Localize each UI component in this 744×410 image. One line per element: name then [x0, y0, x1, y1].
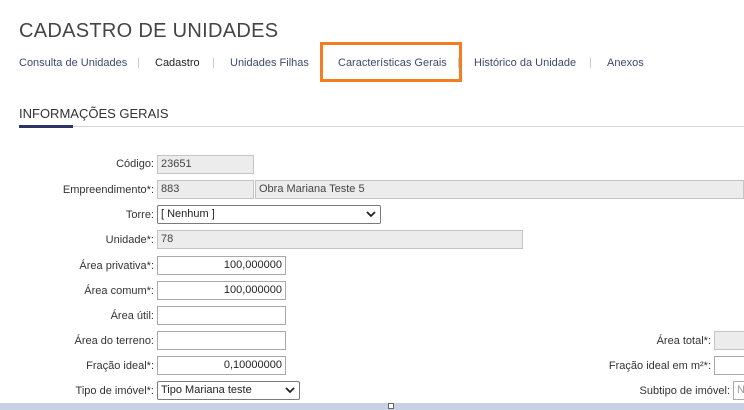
codigo-field[interactable]: 23651: [157, 155, 254, 174]
tab-separator: [138, 58, 139, 68]
tipo-imovel-label: Tipo de imóvel*:: [75, 385, 154, 397]
bottom-scroll-bar[interactable]: [0, 403, 744, 410]
area-terreno-field[interactable]: [157, 331, 286, 350]
fracao-ideal-field[interactable]: 0,10000000: [157, 356, 286, 375]
section-divider: [19, 126, 744, 127]
empreendimento-name-field[interactable]: Obra Mariana Teste 5: [255, 180, 744, 199]
chevron-down-icon: [366, 211, 376, 218]
tab-cadastro[interactable]: Cadastro: [155, 57, 200, 69]
section-title: INFORMAÇÕES GERAIS: [19, 106, 169, 121]
fracao-ideal-m2-label: Fração ideal em m²*:: [608, 360, 711, 372]
unidade-field[interactable]: 78: [157, 230, 523, 249]
area-terreno-label: Área do terreno:: [74, 335, 155, 347]
area-privativa-field[interactable]: 100,000000: [157, 256, 286, 275]
subtipo-imovel-field[interactable]: N: [733, 381, 744, 400]
chevron-down-icon: [285, 387, 295, 394]
tipo-imovel-select[interactable]: Tipo Mariana teste: [157, 381, 300, 400]
resize-handle[interactable]: [388, 403, 394, 409]
area-total-label: Área total*:: [656, 335, 711, 347]
fracao-ideal-m2-field[interactable]: [714, 356, 744, 375]
tab-highlight-box: [320, 42, 462, 82]
tab-separator: [590, 58, 591, 68]
section-accent-bar: [19, 125, 73, 128]
fracao-ideal-label: Fração ideal*:: [86, 360, 154, 372]
tab-historico-da-unidade[interactable]: Histórico da Unidade: [474, 57, 576, 69]
torre-select-value: [ Nenhum ]: [161, 208, 215, 220]
subtipo-imovel-label: Subtipo de imóvel:: [639, 385, 731, 397]
page-title: CADASTRO DE UNIDADES: [19, 20, 279, 42]
tab-unidades-filhas[interactable]: Unidades Filhas: [230, 57, 309, 69]
codigo-label: Código:: [116, 158, 154, 170]
area-privativa-label: Área privativa*:: [79, 260, 154, 272]
empreendimento-label: Empreendimento*:: [62, 184, 154, 196]
tab-anexos[interactable]: Anexos: [607, 57, 644, 69]
subtipo-imovel-value: N: [737, 384, 744, 396]
area-comum-label: Área comum*:: [84, 285, 154, 297]
tab-separator: [213, 58, 214, 68]
area-util-field[interactable]: [157, 306, 286, 325]
torre-label: Torre:: [125, 209, 154, 221]
area-util-label: Área útil:: [110, 310, 154, 322]
tab-consulta-de-unidades[interactable]: Consulta de Unidades: [19, 57, 127, 69]
area-comum-field[interactable]: 100,000000: [157, 281, 286, 300]
unidade-label: Unidade*:: [105, 234, 154, 246]
empreendimento-code-field[interactable]: 883: [157, 180, 254, 199]
area-total-field[interactable]: [714, 331, 744, 350]
tipo-imovel-select-value: Tipo Mariana teste: [161, 384, 252, 396]
torre-select[interactable]: [ Nenhum ]: [157, 205, 381, 224]
